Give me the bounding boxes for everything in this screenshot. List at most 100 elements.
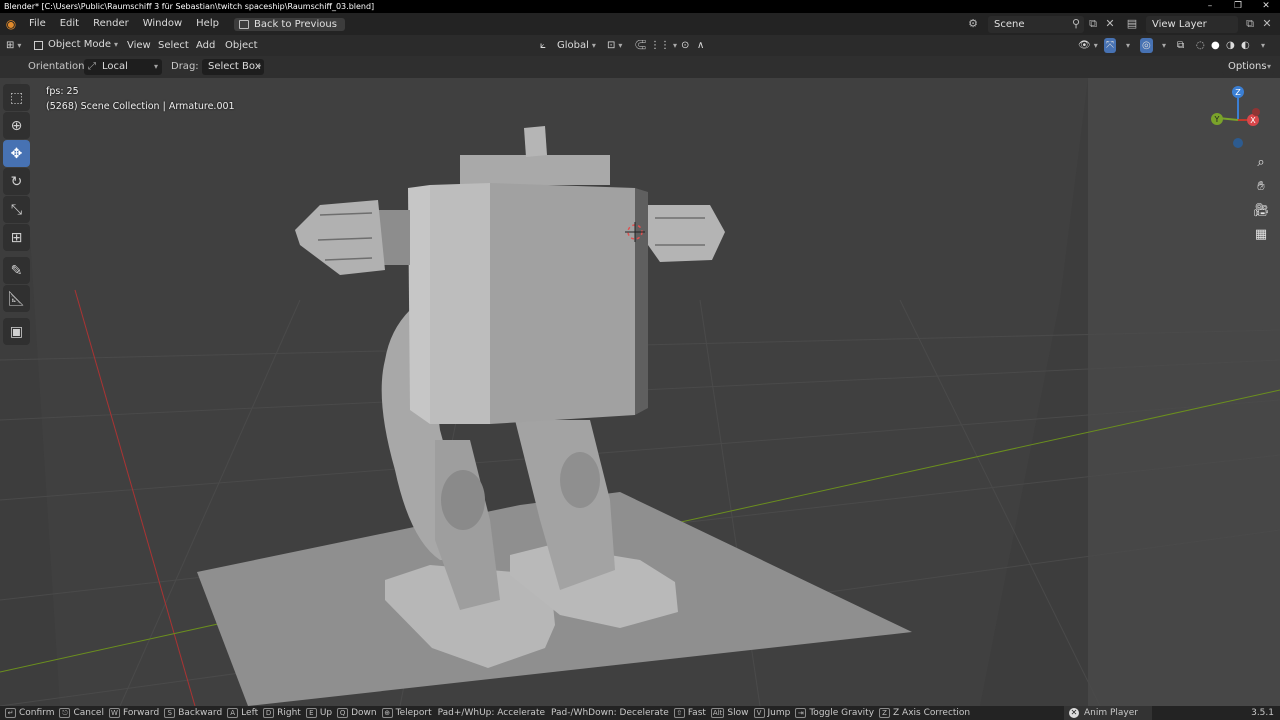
- pan-hand-icon[interactable]: ✋︎: [1250, 176, 1272, 198]
- annotate-icon: ✎: [10, 262, 23, 279]
- status-backward: S Backward: [159, 708, 222, 718]
- wireframe-shading-icon[interactable]: ◌: [1196, 38, 1205, 53]
- robot-body-front-left[interactable]: [430, 183, 490, 424]
- transform-orientation-icon[interactable]: ⟀: [540, 38, 546, 53]
- orientation-value: Local: [102, 61, 128, 72]
- robot-antenna[interactable]: [524, 126, 547, 157]
- menu-edit[interactable]: Edit: [53, 13, 86, 35]
- transform-tool[interactable]: ⊞: [3, 224, 30, 251]
- menu-add[interactable]: Add: [196, 38, 215, 53]
- local-orientation-icon: ⤢: [88, 61, 96, 72]
- back-to-previous-label: Back to Previous: [253, 18, 337, 30]
- drag-dropdown[interactable]: Select Box ▾: [202, 59, 264, 75]
- status-teleport: ⊕ Teleport: [377, 708, 432, 718]
- view-layer-field[interactable]: View Layer: [1146, 16, 1238, 33]
- gizmo-x-label: X: [1250, 116, 1256, 125]
- gizmo-neg-z-axis[interactable]: [1233, 138, 1243, 148]
- proportional-edit-icon[interactable]: ⊙: [681, 38, 689, 53]
- anim-player-button[interactable]: ✕ Anim Player: [1064, 706, 1152, 720]
- rendered-shading-icon[interactable]: ◐: [1241, 38, 1250, 53]
- options-label: Options: [1228, 61, 1267, 72]
- new-view-layer-icon[interactable]: ⧉: [1242, 16, 1258, 32]
- solid-shading-icon[interactable]: ●: [1211, 38, 1220, 53]
- status-accelerate: Pad+/WhUp: Accelerate: [437, 708, 546, 718]
- falloff-icon[interactable]: ∧: [697, 38, 704, 53]
- maximize-button[interactable]: ❐: [1224, 0, 1252, 13]
- menu-select[interactable]: Select: [158, 38, 189, 53]
- gizmo-toggle-icon[interactable]: ⤧: [1104, 38, 1116, 53]
- move-icon: ✥: [10, 145, 23, 162]
- window-title-bar: Blender* [C:\Users\Public\Raumschiff 3 f…: [0, 0, 1280, 13]
- robot-right-knee[interactable]: [560, 452, 600, 508]
- status-bar: ↵ Confirm ⎋ Cancel W Forward S Backward A Lef…: [0, 706, 1280, 720]
- measure-tool[interactable]: 📐︎: [3, 285, 30, 312]
- robot-body-edge: [635, 188, 648, 415]
- robot-left-knee[interactable]: [441, 470, 485, 530]
- menu-file[interactable]: File: [22, 13, 53, 35]
- scene-render[interactable]: Z X Y: [0, 78, 1280, 706]
- menu-help[interactable]: Help: [189, 13, 226, 35]
- visibility-icon[interactable]: 👁︎ ▾: [1078, 38, 1098, 53]
- status-slow: Alt Slow: [710, 708, 749, 718]
- camera-view-icon[interactable]: 🎥︎: [1250, 200, 1272, 222]
- orientation-dropdown[interactable]: ⤢ Local ▾: [84, 59, 162, 75]
- status-cancel: ⎋ Cancel: [54, 708, 104, 718]
- perspective-grid-icon[interactable]: ▦: [1250, 224, 1272, 246]
- transform-orientation-dropdown[interactable]: Global ▾: [557, 38, 596, 53]
- status-right: D Right: [258, 708, 301, 718]
- left-toolbar: ⬚ ⊕ ✥ ↻ ⤡ ⊞ ✎ 📐︎ ▣: [3, 84, 31, 346]
- robot-body-side[interactable]: [408, 185, 430, 424]
- menu-view[interactable]: View: [127, 38, 151, 53]
- menu-window[interactable]: Window: [136, 13, 189, 35]
- robot-right-arm[interactable]: [648, 205, 725, 262]
- rotate-icon: ↻: [10, 173, 23, 190]
- material-shading-icon[interactable]: ◑: [1226, 38, 1235, 53]
- status-decelerate: Pad-/WhDown: Decelerate: [551, 708, 669, 718]
- gizmo-neg-x-axis[interactable]: [1252, 108, 1260, 116]
- snap-icon[interactable]: 🧲︎: [634, 38, 647, 53]
- shading-dropdown-icon[interactable]: ▾: [1258, 38, 1265, 53]
- version-label: 3.5.1: [1251, 708, 1274, 718]
- transform-icon: ⊞: [10, 229, 23, 246]
- back-to-previous-button[interactable]: Back to Previous: [233, 17, 345, 31]
- editor-type-icon[interactable]: ⊞ ▾: [6, 38, 21, 53]
- move-tool[interactable]: ✥: [3, 140, 30, 167]
- rotate-tool[interactable]: ↻: [3, 168, 30, 195]
- new-scene-icon[interactable]: ⧉: [1085, 16, 1101, 32]
- zoom-icon[interactable]: ⌕: [1250, 152, 1272, 174]
- robot-body-front[interactable]: [490, 183, 635, 424]
- scene-icon[interactable]: ⚙: [965, 16, 981, 32]
- mode-selector[interactable]: Object Mode ▾: [30, 37, 123, 54]
- overlays-toggle-icon[interactable]: ◎: [1140, 38, 1153, 53]
- xray-icon[interactable]: ⧉: [1177, 38, 1184, 53]
- fps-readout: fps: 25: [46, 86, 79, 97]
- add-cube-tool[interactable]: ▣: [3, 318, 30, 345]
- select-box-tool[interactable]: ⬚: [3, 84, 30, 111]
- collection-readout: (5268) Scene Collection | Armature.001: [46, 101, 235, 112]
- robot-top-plate[interactable]: [460, 155, 610, 185]
- pin-icon[interactable]: ⚲: [1068, 16, 1084, 32]
- blender-logo-icon[interactable]: ◉: [0, 17, 22, 31]
- status-confirm: ↵ Confirm: [0, 708, 54, 718]
- minimize-button[interactable]: –: [1196, 0, 1224, 13]
- tool-settings-bar: Orientation: ⤢ Local ▾ Drag: Select Box …: [0, 56, 1280, 78]
- gizmo-dropdown-icon[interactable]: ▾: [1123, 38, 1130, 53]
- menu-object[interactable]: Object: [225, 38, 258, 53]
- cursor-icon: ⊕: [10, 117, 23, 134]
- cursor-tool[interactable]: ⊕: [3, 112, 30, 139]
- 3d-viewport[interactable]: Z X Y: [0, 78, 1280, 706]
- view-layer-icon[interactable]: ▤: [1124, 16, 1140, 32]
- menu-render[interactable]: Render: [86, 13, 136, 35]
- scale-tool[interactable]: ⤡: [3, 196, 30, 223]
- delete-scene-icon[interactable]: ✕: [1102, 16, 1118, 32]
- window-controls: – ❐ ✕: [1196, 0, 1280, 13]
- snap-target-icon[interactable]: ⋮⋮ ▾: [650, 38, 677, 53]
- status-fast: ⇧ Fast: [669, 708, 706, 718]
- mode-label: Object Mode: [48, 39, 111, 50]
- close-window-button[interactable]: ✕: [1252, 0, 1280, 13]
- options-dropdown[interactable]: Options ▾: [1222, 59, 1274, 75]
- delete-view-layer-icon[interactable]: ✕: [1259, 16, 1275, 32]
- overlays-dropdown-icon[interactable]: ▾: [1159, 38, 1166, 53]
- annotate-tool[interactable]: ✎: [3, 257, 30, 284]
- pivot-point-icon[interactable]: ⊡ ▾: [607, 38, 622, 53]
